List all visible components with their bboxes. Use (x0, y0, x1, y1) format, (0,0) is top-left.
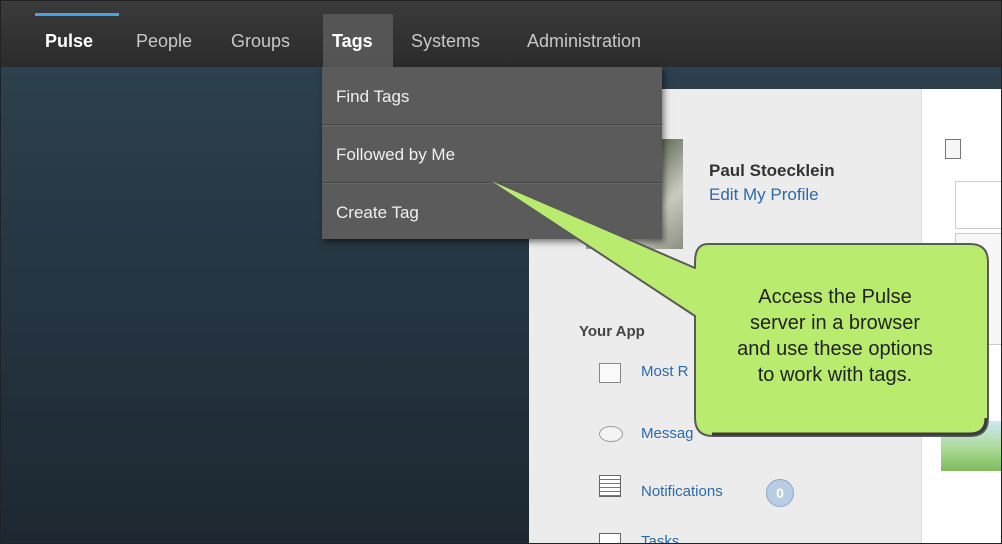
top-nav-bar: Pulse People Groups Tags Systems Adminis… (1, 1, 1001, 67)
landscape-thumbnail (941, 421, 1001, 471)
profile-name: Paul Stoecklein (709, 161, 835, 180)
callout-line: to work with tags. (757, 364, 913, 386)
app-link-tasks[interactable]: Tasks (641, 533, 679, 543)
menu-item-followed-by-me[interactable]: Followed by Me (322, 125, 662, 181)
nav-groups[interactable]: Groups (231, 31, 290, 52)
nav-pulse[interactable]: Pulse (45, 31, 93, 52)
document-icon (599, 363, 621, 383)
tasks-icon (599, 533, 621, 543)
callout-line: Access the Pulse (758, 286, 912, 308)
app-link-notifications[interactable]: Notifications (641, 483, 723, 500)
document-icon (945, 139, 961, 159)
message-icon (599, 426, 623, 442)
nav-administration[interactable]: Administration (527, 31, 641, 52)
notification-count-badge: 0 (766, 479, 794, 507)
app-link-most-recent[interactable]: Most R (641, 363, 689, 380)
right-panel-box (955, 181, 1001, 229)
app-link-messages[interactable]: Messag (641, 425, 694, 442)
active-tab-indicator (35, 13, 119, 16)
notifications-icon (599, 475, 621, 497)
apps-heading: Your App (579, 323, 645, 340)
nav-tags[interactable]: Tags (332, 31, 373, 52)
menu-item-create-tag[interactable]: Create Tag (322, 183, 662, 239)
edit-profile-link[interactable]: Edit My Profile (709, 185, 819, 205)
callout-line: and use these options (737, 338, 933, 360)
tags-dropdown-menu: Find Tags Followed by Me Create Tag (322, 67, 662, 239)
app-window: Pulse People Groups Tags Systems Adminis… (0, 0, 1002, 544)
menu-item-find-tags[interactable]: Find Tags (322, 67, 662, 123)
callout-text: Access the Pulse server in a browser and… (702, 284, 968, 388)
nav-systems[interactable]: Systems (411, 31, 480, 52)
callout-line: server in a browser (749, 312, 921, 334)
nav-people[interactable]: People (136, 31, 192, 52)
